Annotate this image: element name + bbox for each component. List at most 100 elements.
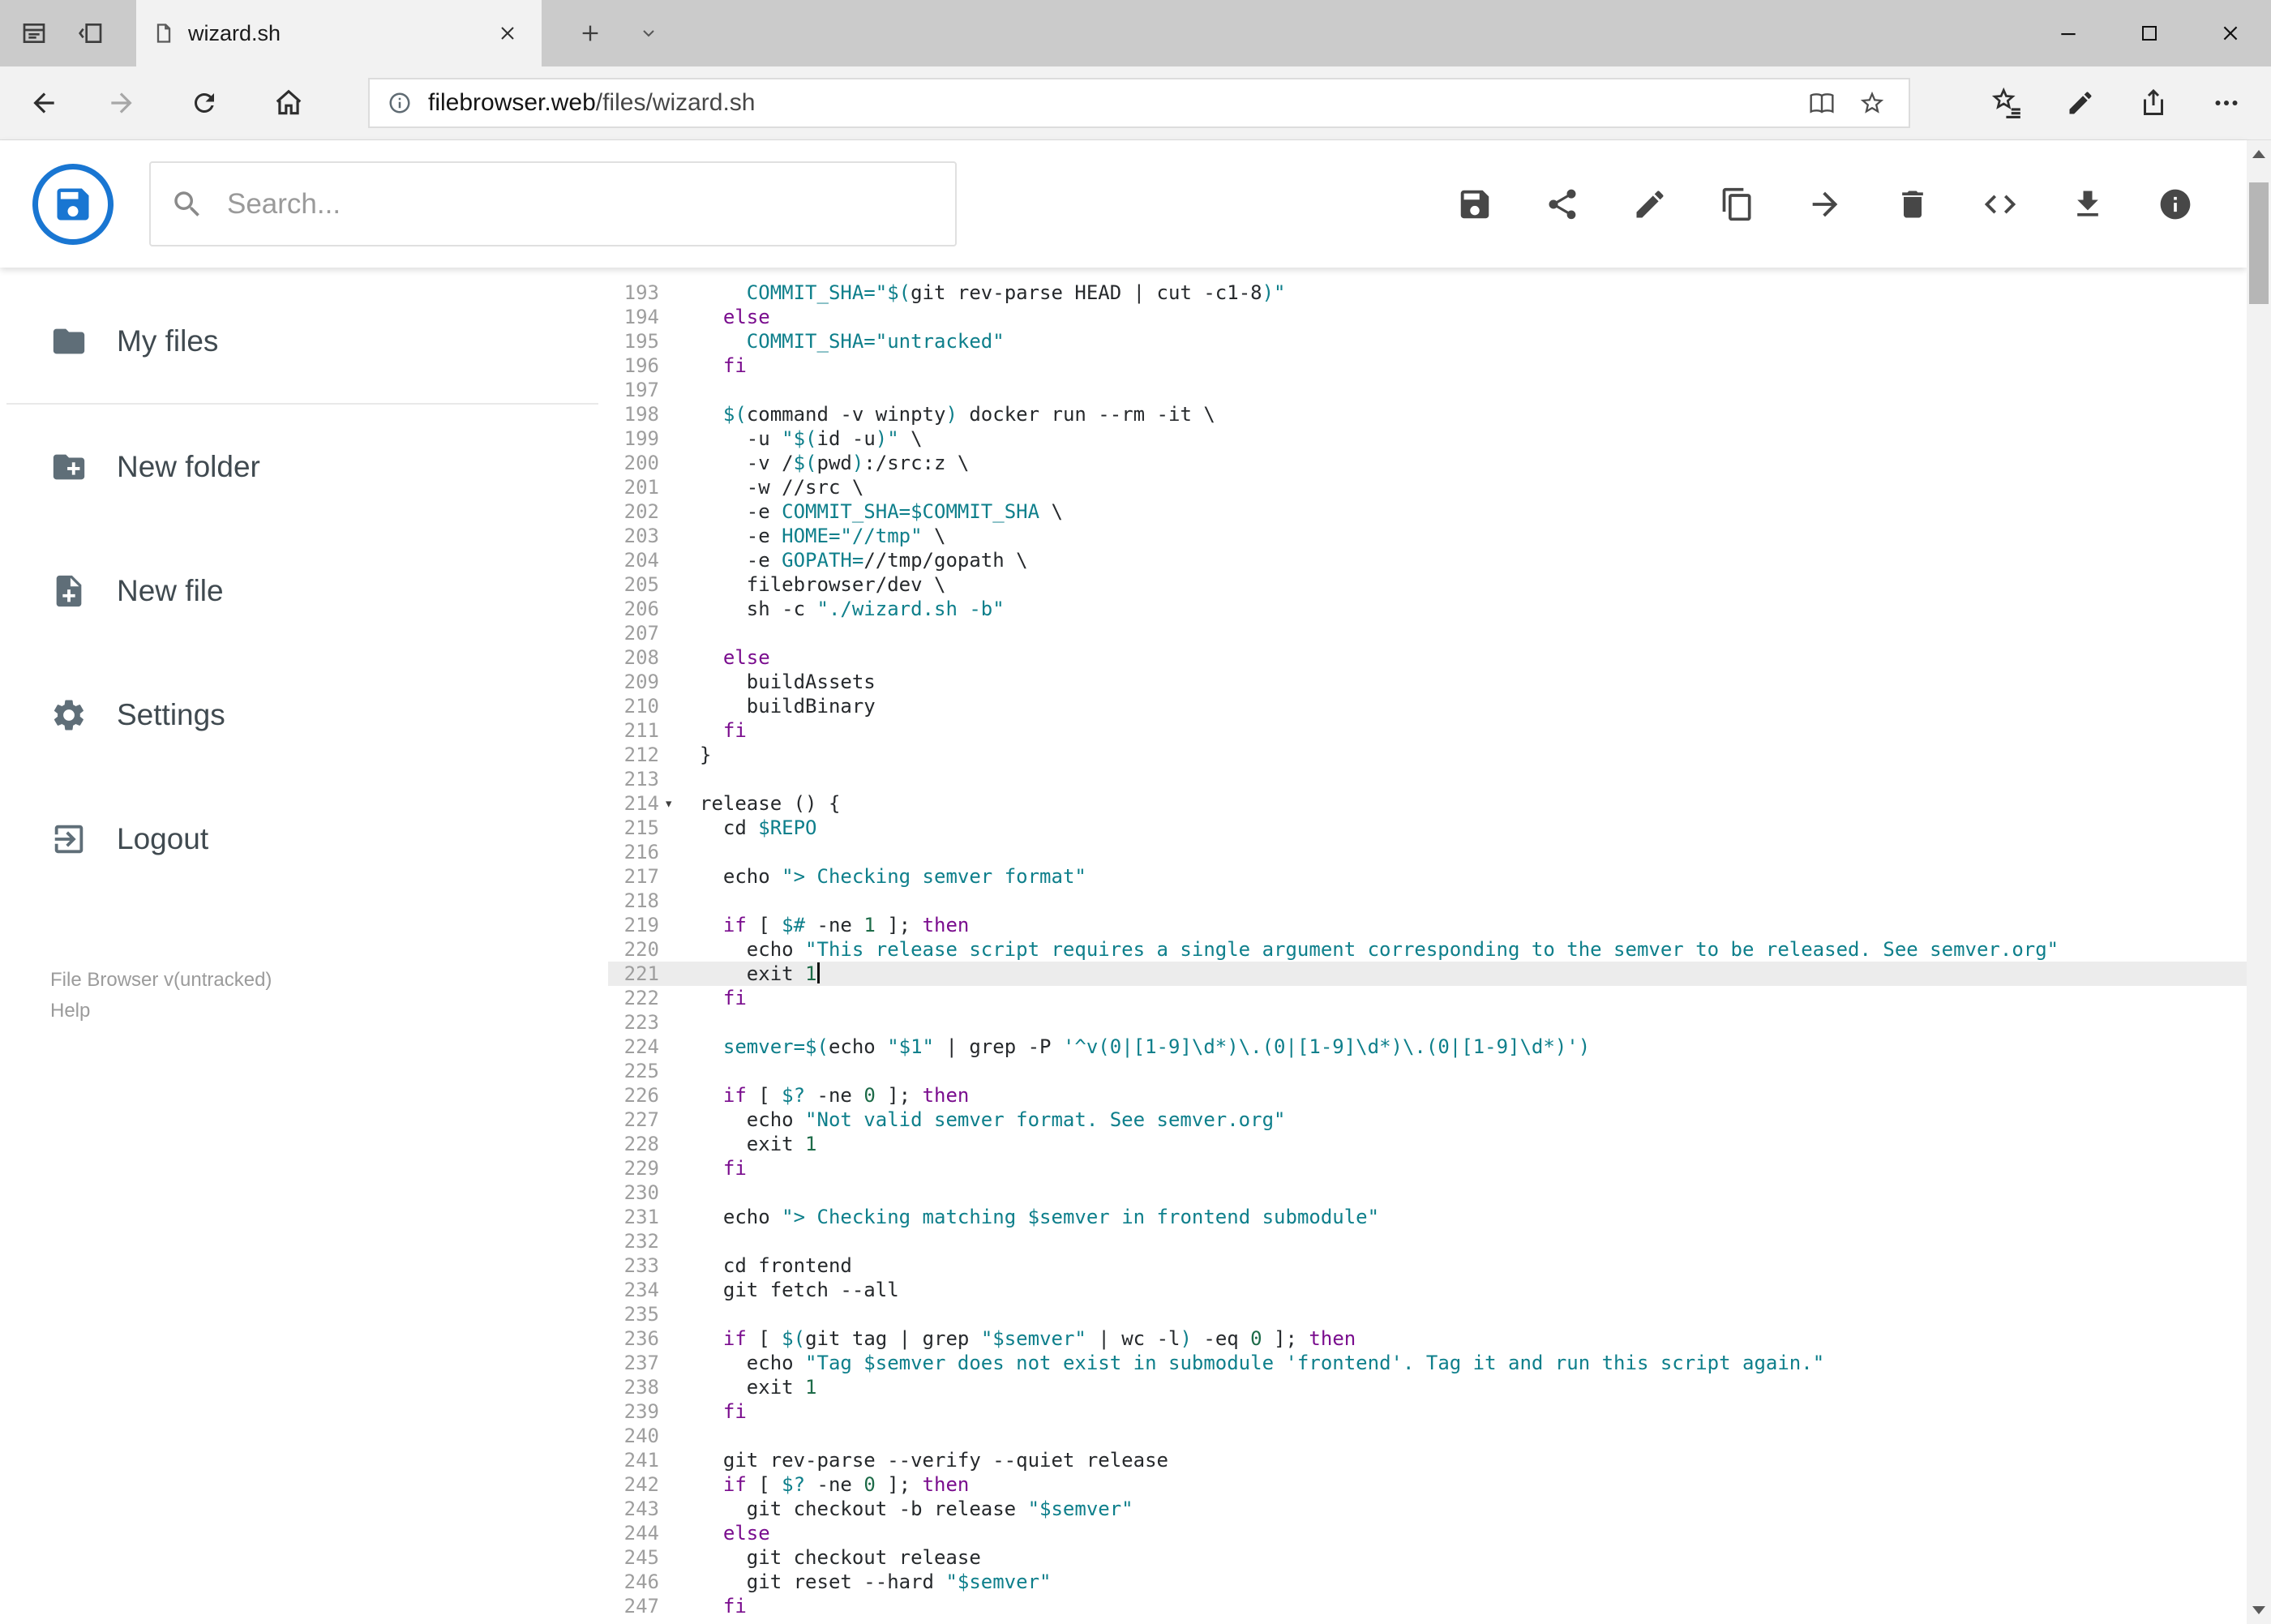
share-page-icon[interactable] [2117,71,2190,135]
code-line[interactable]: 238 exit 1 [608,1375,2247,1399]
help-link[interactable]: Help [50,996,272,1026]
code-line[interactable]: 230 [608,1181,2247,1205]
site-info-icon[interactable] [381,91,418,115]
back-button[interactable] [11,71,76,135]
code-line[interactable]: 193 COMMIT_SHA="$(git rev-parse HEAD | c… [608,281,2247,305]
code-line[interactable]: 204 -e GOPATH=//tmp/gopath \ [608,548,2247,572]
sidebar-item-settings[interactable]: Settings [0,653,608,777]
code-line[interactable]: 247 fi [608,1594,2247,1618]
refresh-button[interactable] [172,71,237,135]
search-input[interactable] [225,186,936,221]
code-line[interactable]: 218 [608,889,2247,913]
copy-button[interactable] [1694,164,1781,245]
sidebar-item-new-file[interactable]: New file [0,529,608,653]
code-line[interactable]: 207 [608,621,2247,645]
code-line[interactable]: 216 [608,840,2247,864]
code-line[interactable]: 200 -v /$(pwd):/src:z \ [608,451,2247,475]
code-line[interactable]: 240 [608,1424,2247,1448]
search-box[interactable] [149,161,957,246]
set-tabs-aside-icon[interactable] [68,0,114,66]
code-line[interactable]: 241 git rev-parse --verify --quiet relea… [608,1448,2247,1472]
code-line[interactable]: 210 buildBinary [608,694,2247,718]
code-line[interactable]: 196 fi [608,354,2247,378]
sidebar-item-my-files[interactable]: My files [0,279,608,403]
sidebar-item-new-folder[interactable]: New folder [0,405,608,529]
code-line[interactable]: 244 else [608,1521,2247,1545]
code-area[interactable]: 193 COMMIT_SHA="$(git rev-parse HEAD | c… [608,281,2247,1618]
code-line[interactable]: 239 fi [608,1399,2247,1424]
code-line[interactable]: 232 [608,1229,2247,1253]
web-note-pen-icon[interactable] [2044,71,2117,135]
code-line[interactable]: 217 echo "> Checking semver format" [608,864,2247,889]
code-line[interactable]: 231 echo "> Checking matching $semver in… [608,1205,2247,1229]
code-line[interactable]: 206 sh -c "./wizard.sh -b" [608,597,2247,621]
browser-tab[interactable]: wizard.sh [136,0,542,66]
code-line[interactable]: 208 else [608,645,2247,670]
code-line[interactable]: 219 if [ $# -ne 1 ]; then [608,913,2247,937]
minimize-button[interactable] [2028,0,2109,66]
scrollbar-thumb[interactable] [2249,182,2269,304]
url-text[interactable]: filebrowser.web/files/wizard.sh [428,89,1797,117]
more-menu-icon[interactable] [2190,71,2263,135]
code-line[interactable]: 225 [608,1059,2247,1083]
code-line[interactable]: 228 exit 1 [608,1132,2247,1156]
code-line[interactable]: 209 buildAssets [608,670,2247,694]
code-line[interactable]: 233 cd frontend [608,1253,2247,1278]
close-window-button[interactable] [2190,0,2271,66]
code-line[interactable]: 237 echo "Tag $semver does not exist in … [608,1351,2247,1375]
tab-close-icon[interactable] [490,15,525,51]
code-line[interactable]: 245 git checkout release [608,1545,2247,1570]
code-line[interactable]: 229 fi [608,1156,2247,1181]
code-line[interactable]: 199 -u "$(id -u)" \ [608,426,2247,451]
forward-button[interactable] [89,71,154,135]
code-line[interactable]: 215 cd $REPO [608,816,2247,840]
home-button[interactable] [256,71,321,135]
code-line[interactable]: 224 semver=$(echo "$1" | grep -P '^v(0|[… [608,1035,2247,1059]
code-line[interactable]: 202 -e COMMIT_SHA=$COMMIT_SHA \ [608,499,2247,524]
code-line[interactable]: 246 git reset --hard "$semver" [608,1570,2247,1594]
code-line[interactable]: 195 COMMIT_SHA="untracked" [608,329,2247,354]
maximize-button[interactable] [2109,0,2190,66]
code-line[interactable]: 198 $(command -v winpty) docker run --rm… [608,402,2247,426]
scroll-up-icon[interactable] [2247,140,2271,168]
code-line[interactable]: 211 fi [608,718,2247,743]
code-line[interactable]: 194 else [608,305,2247,329]
scroll-down-icon[interactable] [2247,1596,2271,1624]
code-line[interactable]: 205 filebrowser/dev \ [608,572,2247,597]
hub-favorites-icon[interactable] [1971,71,2044,135]
move-button[interactable] [1781,164,1869,245]
reading-view-icon[interactable] [1797,81,1847,125]
code-line[interactable]: 221 exit 1 [608,962,2247,986]
page-scrollbar[interactable] [2247,140,2271,1624]
fold-marker-icon[interactable]: ▾ [659,791,700,816]
code-line[interactable]: 243 git checkout -b release "$semver" [608,1497,2247,1521]
code-line[interactable]: 213 [608,767,2247,791]
code-line[interactable]: 222 fi [608,986,2247,1010]
download-button[interactable] [2044,164,2132,245]
code-line[interactable]: 203 -e HOME="//tmp" \ [608,524,2247,548]
code-line[interactable]: 235 [608,1302,2247,1326]
new-tab-button[interactable] [568,0,613,66]
sidebar-item-logout[interactable]: Logout [0,777,608,901]
code-line[interactable]: 226 if [ $? -ne 0 ]; then [608,1083,2247,1108]
code-line[interactable]: 214 ▾ release () { [608,791,2247,816]
filebrowser-logo[interactable] [32,163,114,245]
code-line[interactable]: 197 [608,378,2247,402]
code-line[interactable]: 220 echo "This release script requires a… [608,937,2247,962]
favorite-star-icon[interactable] [1847,81,1897,125]
tab-preview-icon[interactable] [11,0,57,66]
code-view-button[interactable] [1956,164,2044,245]
delete-button[interactable] [1869,164,1956,245]
info-button[interactable] [2132,164,2219,245]
tab-list-chevron-icon[interactable] [626,0,671,66]
code-line[interactable]: 227 echo "Not valid semver format. See s… [608,1108,2247,1132]
code-line[interactable]: 234 git fetch --all [608,1278,2247,1302]
code-line[interactable]: 212} [608,743,2247,767]
code-editor[interactable]: 193 COMMIT_SHA="$(git rev-parse HEAD | c… [608,268,2247,1624]
edit-button[interactable] [1606,164,1694,245]
address-bar[interactable]: filebrowser.web/files/wizard.sh [368,78,1910,128]
share-button[interactable] [1519,164,1606,245]
code-line[interactable]: 223 [608,1010,2247,1035]
code-line[interactable]: 242 if [ $? -ne 0 ]; then [608,1472,2247,1497]
code-line[interactable]: 236 if [ $(git tag | grep "$semver" | wc… [608,1326,2247,1351]
